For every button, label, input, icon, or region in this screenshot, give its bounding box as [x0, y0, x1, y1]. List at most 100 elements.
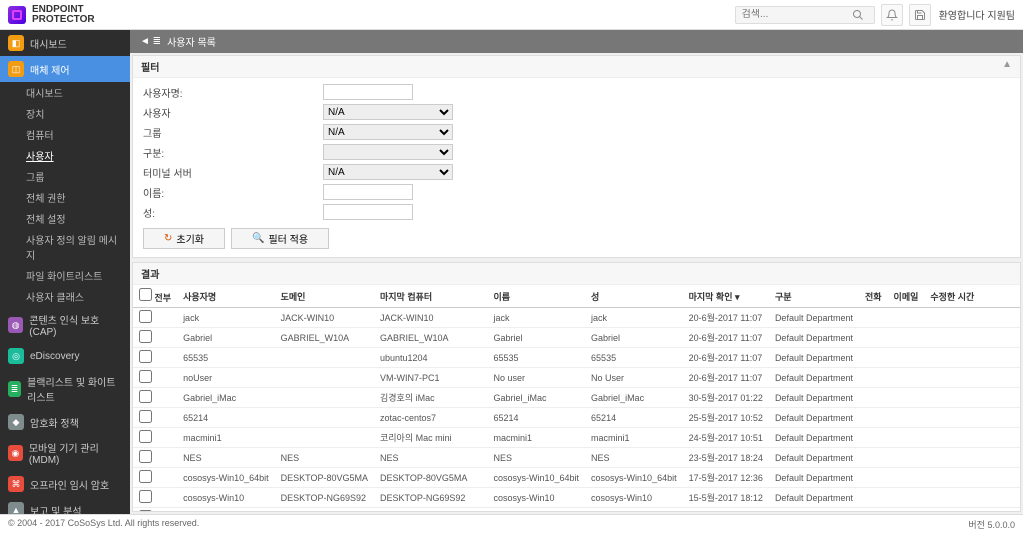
apply-button[interactable]: 🔍필터 적용: [231, 228, 329, 249]
table-row[interactable]: GabrielGABRIEL_W10AGABRIEL_W10AGabrielGa…: [133, 328, 1020, 348]
cell-email: [888, 408, 925, 428]
sidebar-item-4[interactable]: ≣블랙리스트 및 화이트리스트: [0, 369, 130, 409]
table-row[interactable]: cososys-Win10_64bitDESKTOP-80VG5MADESKTO…: [133, 468, 1020, 488]
sidebar-label: eDiscovery: [30, 351, 79, 362]
col-header-8[interactable]: 전화: [859, 285, 888, 308]
row-checkbox[interactable]: [139, 330, 152, 343]
cell-username: NES: [177, 448, 275, 468]
table-row[interactable]: noUserVM-WIN7-PC1No userNo User20-6월-201…: [133, 368, 1020, 388]
cell-phone: [859, 428, 888, 448]
row-checkbox[interactable]: [139, 310, 152, 323]
col-header-7[interactable]: 구분: [769, 285, 859, 308]
col-header-2[interactable]: 도메인: [275, 285, 374, 308]
sidebar-sub-1-9[interactable]: 사용자 클래스: [0, 286, 130, 307]
sidebar-item-7[interactable]: ⌘오프라인 임시 암호: [0, 471, 130, 497]
cell-email: [888, 468, 925, 488]
row-checkbox[interactable]: [139, 410, 152, 423]
reset-button[interactable]: ↻초기화: [143, 228, 225, 249]
filter-panel-title: 필터: [141, 59, 159, 74]
filter-input-0[interactable]: [323, 84, 413, 100]
cell-first: NES: [488, 448, 586, 468]
col-header-5[interactable]: 성: [585, 285, 683, 308]
sidebar-sub-1-1[interactable]: 장치: [0, 103, 130, 124]
sidebar-sub-1-2[interactable]: 컴퓨터: [0, 124, 130, 145]
row-checkbox[interactable]: [139, 390, 152, 403]
cell-phone: [859, 448, 888, 468]
cell-domain: [275, 368, 374, 388]
sidebar-item-8[interactable]: ▲보고 및 분석: [0, 497, 130, 514]
sidebar-sub-1-4[interactable]: 그룹: [0, 166, 130, 187]
cell-modtime: [924, 308, 1020, 328]
col-header-9[interactable]: 이메일: [888, 285, 925, 308]
row-checkbox[interactable]: [139, 510, 152, 511]
cell-first: Gabriel: [488, 328, 586, 348]
filter-select-3[interactable]: [323, 144, 453, 160]
filter-select-4[interactable]: N/A: [323, 164, 453, 180]
sidebar-icon: ⌘: [8, 476, 24, 492]
sidebar-item-5[interactable]: ◆암호화 정책: [0, 409, 130, 435]
sidebar-sub-1-8[interactable]: 파일 화이트리스트: [0, 265, 130, 286]
sidebar-sub-1-0[interactable]: 대시보드: [0, 82, 130, 103]
table-row[interactable]: Gabriel_iMac김경호의 iMacGabriel_iMacGabriel…: [133, 388, 1020, 408]
search-input[interactable]: [742, 9, 852, 20]
sidebar-item-0[interactable]: ◧ 대시보드: [0, 30, 130, 56]
cell-domain: [275, 388, 374, 408]
table-row[interactable]: jackJACK-WIN10JACK-WIN10jackjack20-6월-20…: [133, 308, 1020, 328]
sidebar-item-3[interactable]: ◎eDiscovery: [0, 343, 130, 369]
welcome-text: 환영합니다 지원팀: [939, 7, 1015, 22]
select-all-checkbox[interactable]: [139, 288, 152, 301]
filter-panel-header[interactable]: 필터 ▲: [133, 56, 1020, 78]
row-checkbox[interactable]: [139, 430, 152, 443]
cell-domain: [275, 348, 374, 368]
filter-input-6[interactable]: [323, 204, 413, 220]
cell-email: [888, 328, 925, 348]
row-checkbox[interactable]: [139, 370, 152, 383]
row-checkbox[interactable]: [139, 490, 152, 503]
col-header-10[interactable]: 수정한 시간: [924, 285, 1020, 308]
table-row[interactable]: useradminVM-WIN7-PC1VM-WIN7-PC1useradmin…: [133, 508, 1020, 512]
brand-line1: ENDPOINT: [32, 5, 95, 15]
page-title: 사용자 목록: [167, 34, 216, 49]
cell-dept: Default Department: [769, 348, 859, 368]
cell-username: jack: [177, 308, 275, 328]
cell-username: Gabriel_iMac: [177, 388, 275, 408]
footer: © 2004 - 2017 CoSoSys Ltd. All rights re…: [0, 514, 1023, 534]
search-box[interactable]: [735, 6, 875, 24]
col-header-4[interactable]: 이름: [488, 285, 586, 308]
table-row[interactable]: NESNESNESNESNES23-5월-2017 18:24Default D…: [133, 448, 1020, 468]
sidebar-item-6[interactable]: ◉모바일 기기 관리(MDM): [0, 435, 130, 471]
cell-computer: DESKTOP-NG69S92: [374, 488, 488, 508]
col-header-3[interactable]: 마지막 컴퓨터: [374, 285, 488, 308]
table-row[interactable]: macmini1코리아의 Mac minimacmini1macmini124-…: [133, 428, 1020, 448]
row-checkbox[interactable]: [139, 350, 152, 363]
col-header-1[interactable]: 사용자명: [177, 285, 275, 308]
sidebar-label: 대시보드: [30, 36, 67, 51]
search-icon[interactable]: [852, 9, 864, 21]
bell-icon[interactable]: [881, 4, 903, 26]
sidebar-sub-1-3[interactable]: 사용자: [0, 145, 130, 166]
cell-email: [888, 348, 925, 368]
col-header-6[interactable]: 마지막 확인 ▾: [683, 285, 769, 308]
sidebar-sub-1-6[interactable]: 전체 설정: [0, 208, 130, 229]
filter-select-2[interactable]: N/A: [323, 124, 453, 140]
collapse-icon[interactable]: ▲: [1002, 59, 1012, 74]
save-icon[interactable]: [909, 4, 931, 26]
row-checkbox[interactable]: [139, 470, 152, 483]
filter-input-5[interactable]: [323, 184, 413, 200]
sidebar-label: 보고 및 분석: [30, 503, 82, 515]
table-row[interactable]: cososys-Win10DESKTOP-NG69S92DESKTOP-NG69…: [133, 488, 1020, 508]
cell-lastseen: 24-5월-2017 10:51: [683, 428, 769, 448]
cell-domain: GABRIEL_W10A: [275, 328, 374, 348]
sidebar-sub-1-5[interactable]: 전체 권한: [0, 187, 130, 208]
cell-domain: VM-WIN7-PC1: [275, 508, 374, 512]
sidebar-item-2[interactable]: ◍콘텐츠 인식 보호(CAP): [0, 307, 130, 343]
row-checkbox[interactable]: [139, 450, 152, 463]
table-row[interactable]: 65535ubuntu1204655356553520-6월-2017 11:0…: [133, 348, 1020, 368]
table-row[interactable]: 65214zotac-centos7652146521425-5월-2017 1…: [133, 408, 1020, 428]
sidebar-item-1[interactable]: ◫매체 제어: [0, 56, 130, 82]
sidebar-icon: ◧: [8, 35, 24, 51]
sidebar-sub-1-7[interactable]: 사용자 정의 알림 메시지: [0, 229, 130, 265]
filter-select-1[interactable]: N/A: [323, 104, 453, 120]
sidebar-icon: ◍: [8, 317, 23, 333]
col-header-0[interactable]: 전부: [133, 285, 177, 308]
